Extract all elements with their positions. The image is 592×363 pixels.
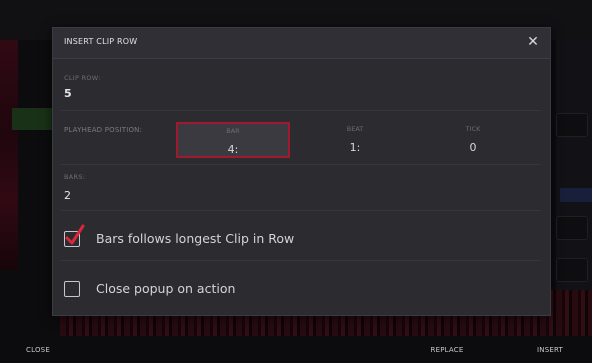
divider [61,110,541,111]
playhead-beat-field[interactable]: BEAT 1: [298,122,412,158]
divider [61,164,541,165]
divider [61,210,541,211]
tick-label: TICK [465,125,481,133]
follows-longest-label: Bars follows longest Clip in Row [96,231,295,246]
playhead-tick-field[interactable]: TICK 0 [416,122,530,158]
bar-value: 4: [227,143,239,156]
playhead-bar-field[interactable]: BAR 4: [176,122,290,158]
bars-label: BARS: [64,173,86,181]
dialog-header: INSERT CLIP ROW ✕ [53,28,550,59]
divider [61,260,541,261]
footer-bar [0,336,592,363]
tick-value: 0 [469,141,477,154]
close-popup-option[interactable]: Close popup on action [64,279,264,301]
dialog-title: INSERT CLIP ROW [64,37,138,46]
follows-longest-option[interactable]: Bars follows longest Clip in Row [64,224,344,251]
insert-clip-row-dialog: INSERT CLIP ROW ✕ CLIP ROW: 5 PLAYHEAD P… [52,27,551,316]
beat-label: BEAT [346,125,364,133]
playhead-position-label: PLAYHEAD POSITION: [64,126,143,134]
clip-row-label: CLIP ROW: [64,74,101,82]
clip-row-value[interactable]: 5 [64,87,72,100]
close-popup-checkbox[interactable] [64,281,80,297]
close-icon[interactable]: ✕ [523,32,543,52]
checkmark-icon [65,224,85,245]
replace-button[interactable]: REPLACE [412,340,482,360]
insert-button[interactable]: INSERT [515,340,585,360]
beat-value: 1: [349,141,361,154]
bar-label: BAR [226,127,240,135]
bars-value[interactable]: 2 [64,189,71,202]
close-popup-label: Close popup on action [96,281,236,296]
close-button[interactable]: CLOSE [8,340,68,360]
